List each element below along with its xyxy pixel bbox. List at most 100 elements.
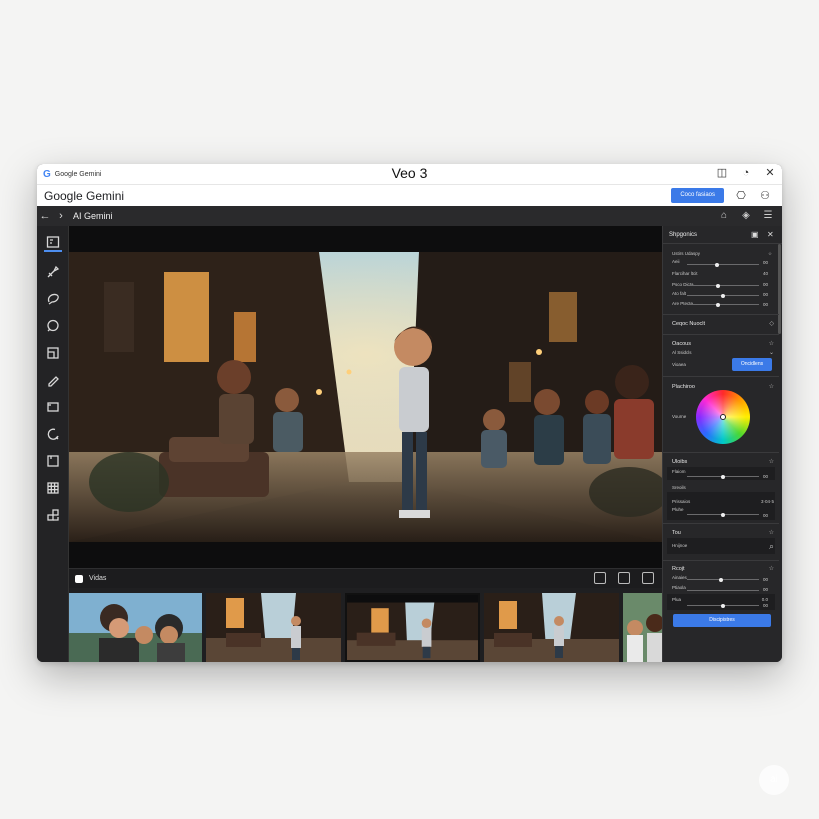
setting-label: Sreoils xyxy=(672,485,686,490)
panel-scrollbar[interactable] xyxy=(778,244,781,334)
tool-canvas[interactable] xyxy=(44,452,62,470)
split-icon[interactable] xyxy=(642,572,654,584)
section-icon[interactable]: ◇ xyxy=(769,320,774,327)
slider-row xyxy=(667,594,775,610)
divider xyxy=(663,376,779,377)
section-title: Uloibs xyxy=(672,459,688,465)
clip-thumbnail[interactable] xyxy=(69,593,202,662)
tab-title: Google Gemini xyxy=(54,170,102,178)
expand-icon[interactable]: ▣ xyxy=(751,231,759,239)
clip-thumbnail[interactable] xyxy=(623,593,662,662)
video-preview[interactable] xyxy=(69,226,662,568)
back-arrow-icon[interactable]: ← xyxy=(37,210,53,222)
project-title: AI Gemini xyxy=(73,211,113,221)
apply-button[interactable]: Oncidlens xyxy=(732,358,772,371)
star-icon[interactable]: ☆ xyxy=(769,383,774,390)
section-title: Ceqoc Nuoclt xyxy=(672,321,706,327)
slider-track[interactable] xyxy=(687,304,759,305)
browser-tab[interactable]: G Google Gemini xyxy=(37,169,237,180)
color-picker-handle[interactable] xyxy=(720,414,726,420)
setting-value: 00 xyxy=(762,513,768,518)
generate-button[interactable]: Discipistres xyxy=(673,614,771,627)
slider-track[interactable] xyxy=(687,285,759,286)
divider xyxy=(663,314,779,315)
monitor-icon[interactable] xyxy=(594,572,606,584)
setting-label: Plua xyxy=(672,597,682,602)
primary-action-button[interactable]: Coco fasiaos xyxy=(671,188,724,203)
section-title: Oacous xyxy=(672,341,691,347)
divider xyxy=(663,334,779,335)
brush-icon xyxy=(47,265,60,278)
panel-header: Shpgonics ▣ ✕ xyxy=(663,226,782,244)
slider-handle[interactable] xyxy=(719,577,723,582)
setting-icon[interactable]: ☆ xyxy=(768,251,772,257)
menu-icon[interactable]: ☰ xyxy=(762,209,774,223)
setting-label: Ustirs Udaspy xyxy=(672,251,701,256)
google-logo-icon: G xyxy=(43,168,51,180)
star-icon[interactable]: ☆ xyxy=(769,458,774,465)
section-title: Tou xyxy=(672,530,681,536)
forward-arrow-icon[interactable]: › xyxy=(53,210,69,222)
setting-label: Ato falt xyxy=(672,291,687,296)
slider-handle[interactable] xyxy=(716,283,720,288)
play-icon[interactable] xyxy=(75,574,83,583)
star-icon[interactable]: ☆ xyxy=(769,565,774,572)
tool-crop[interactable] xyxy=(44,344,62,362)
timeline-header: Vidas xyxy=(69,568,662,588)
slider-track[interactable] xyxy=(687,264,759,265)
mask-icon xyxy=(47,428,59,440)
slider-track[interactable] xyxy=(687,579,759,580)
setting-value: 00 xyxy=(762,282,768,287)
tool-mask[interactable] xyxy=(44,425,62,443)
close-icon[interactable]: ✕ xyxy=(764,167,776,179)
app-name: Google Gemini xyxy=(44,188,125,203)
shield-icon[interactable]: ◈ xyxy=(740,209,752,223)
frame-icon xyxy=(46,236,60,248)
pin-icon[interactable]: ◔ xyxy=(740,167,752,179)
setting-value: 40 xyxy=(762,271,768,276)
slider-handle[interactable] xyxy=(721,512,725,517)
slider-handle[interactable] xyxy=(716,302,720,307)
left-toolbar xyxy=(37,226,69,662)
clip-thumbnail[interactable] xyxy=(484,593,619,662)
setting-label: Ptiaola xyxy=(672,585,686,590)
setting-value: 00 xyxy=(762,292,768,297)
star-icon[interactable]: ☆ xyxy=(769,340,774,347)
tool-pen[interactable] xyxy=(44,371,62,389)
color-wheel[interactable] xyxy=(696,390,750,444)
tool-brush[interactable] xyxy=(44,263,62,281)
home-icon[interactable]: ⌂ xyxy=(718,209,730,223)
setting-label: Ainaies xyxy=(672,575,687,580)
setting-value: 00 xyxy=(762,260,768,265)
restore-icon[interactable]: ◫ xyxy=(716,167,728,179)
crop-icon xyxy=(47,347,59,359)
clip-thumbnail[interactable] xyxy=(206,593,341,662)
slider-handle[interactable] xyxy=(721,603,725,608)
slider-handle[interactable] xyxy=(715,262,719,267)
slider-track[interactable] xyxy=(687,590,759,591)
chevron-down-icon[interactable]: ⌄ xyxy=(769,349,774,356)
star-icon[interactable]: ☆ xyxy=(769,529,774,536)
search-icon[interactable]: ⌕ xyxy=(769,541,774,552)
tool-export[interactable] xyxy=(44,506,62,524)
clip-thumbnail-selected[interactable] xyxy=(345,593,480,662)
divider xyxy=(663,523,779,524)
tool-grid[interactable] xyxy=(44,479,62,497)
account-icon[interactable]: ⚇ xyxy=(758,189,772,203)
search-label: Hnijnoe xyxy=(672,543,688,548)
panel-close-icon[interactable]: ✕ xyxy=(767,231,775,239)
clip-image xyxy=(347,595,478,660)
setting-label: Flarcihar ltcit xyxy=(672,271,698,276)
tool-comment[interactable] xyxy=(44,317,62,335)
tool-layer[interactable] xyxy=(44,398,62,416)
panel-title: Shpgonics xyxy=(669,232,698,238)
slider-handle[interactable] xyxy=(721,293,725,298)
camera-icon[interactable]: ⎔ xyxy=(734,189,748,203)
divider xyxy=(663,452,779,453)
camera-small-icon[interactable] xyxy=(618,572,630,584)
setting-value: 00 xyxy=(762,474,768,479)
watermark-badge: ai xyxy=(759,765,789,795)
tool-frame[interactable] xyxy=(44,234,62,252)
tool-lasso[interactable] xyxy=(44,290,62,308)
slider-handle[interactable] xyxy=(721,474,725,479)
